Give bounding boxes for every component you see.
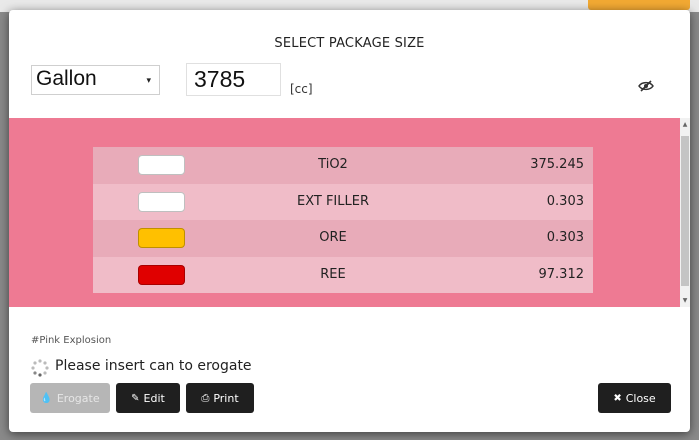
scroll-up-icon[interactable]: ▲ — [680, 121, 690, 128]
print-button[interactable]: ⎙ Print — [186, 383, 254, 413]
colorant-value: 375.245 — [530, 157, 584, 172]
scrollbar-thumb[interactable] — [681, 136, 689, 286]
table-row: REE 97.312 — [93, 256, 593, 293]
table-row: TiO2 375.245 — [93, 147, 593, 184]
eye-slash-icon[interactable] — [638, 80, 654, 92]
edit-button-label: Edit — [143, 391, 165, 405]
package-size-input[interactable]: 3785 — [186, 63, 281, 96]
scroll-down-icon[interactable]: ▼ — [680, 297, 690, 304]
times-icon: ✖ — [613, 392, 622, 404]
close-button[interactable]: ✖ Close — [598, 383, 671, 413]
colorant-name: EXT FILLER — [296, 193, 369, 209]
unit-select[interactable]: Gallon ▾ — [31, 65, 160, 95]
colorant-name: ORE — [319, 230, 347, 245]
print-button-label: Print — [213, 391, 239, 405]
colorant-name: REE — [320, 266, 346, 282]
size-unit-label: [cc] — [290, 82, 313, 96]
chevron-down-icon: ▾ — [146, 75, 151, 85]
package-size-modal: SELECT PACKAGE SIZE Gallon ▾ 3785 [cc] T… — [9, 10, 690, 432]
formula-panel: TiO2 375.245 EXT FILLER 0.303 ORE 0.303 … — [9, 118, 690, 307]
status-message: Please insert can to erogate — [55, 358, 252, 374]
erogate-button[interactable]: 💧 Erogate — [30, 383, 110, 413]
backdrop-orange-button — [588, 0, 690, 10]
package-size-value: 3785 — [194, 66, 246, 92]
tint-icon: 💧 — [40, 392, 53, 404]
color-swatch — [138, 264, 185, 285]
modal-title: SELECT PACKAGE SIZE — [274, 36, 425, 51]
color-name-tag: #Pink Explosion — [31, 335, 112, 346]
formula-table: TiO2 375.245 EXT FILLER 0.303 ORE 0.303 … — [93, 147, 593, 293]
table-row: ORE 0.303 — [93, 220, 593, 257]
erogate-button-label: Erogate — [56, 391, 100, 405]
unit-select-value: Gallon — [36, 67, 97, 90]
close-button-label: Close — [625, 391, 656, 405]
print-icon: ⎙ — [201, 392, 210, 404]
colorant-value: 97.312 — [538, 266, 585, 282]
scrollbar[interactable]: ▲ ▼ — [680, 118, 690, 307]
color-swatch — [138, 155, 185, 175]
colorant-value: 0.303 — [546, 230, 584, 245]
color-swatch — [138, 228, 185, 248]
colorant-name: TiO2 — [318, 157, 348, 172]
edit-button[interactable]: ✎ Edit — [116, 383, 180, 413]
pencil-icon: ✎ — [131, 392, 140, 404]
table-row: EXT FILLER 0.303 — [93, 183, 593, 220]
color-swatch — [138, 191, 185, 212]
colorant-value: 0.303 — [546, 193, 584, 209]
spinner-icon — [31, 359, 49, 377]
